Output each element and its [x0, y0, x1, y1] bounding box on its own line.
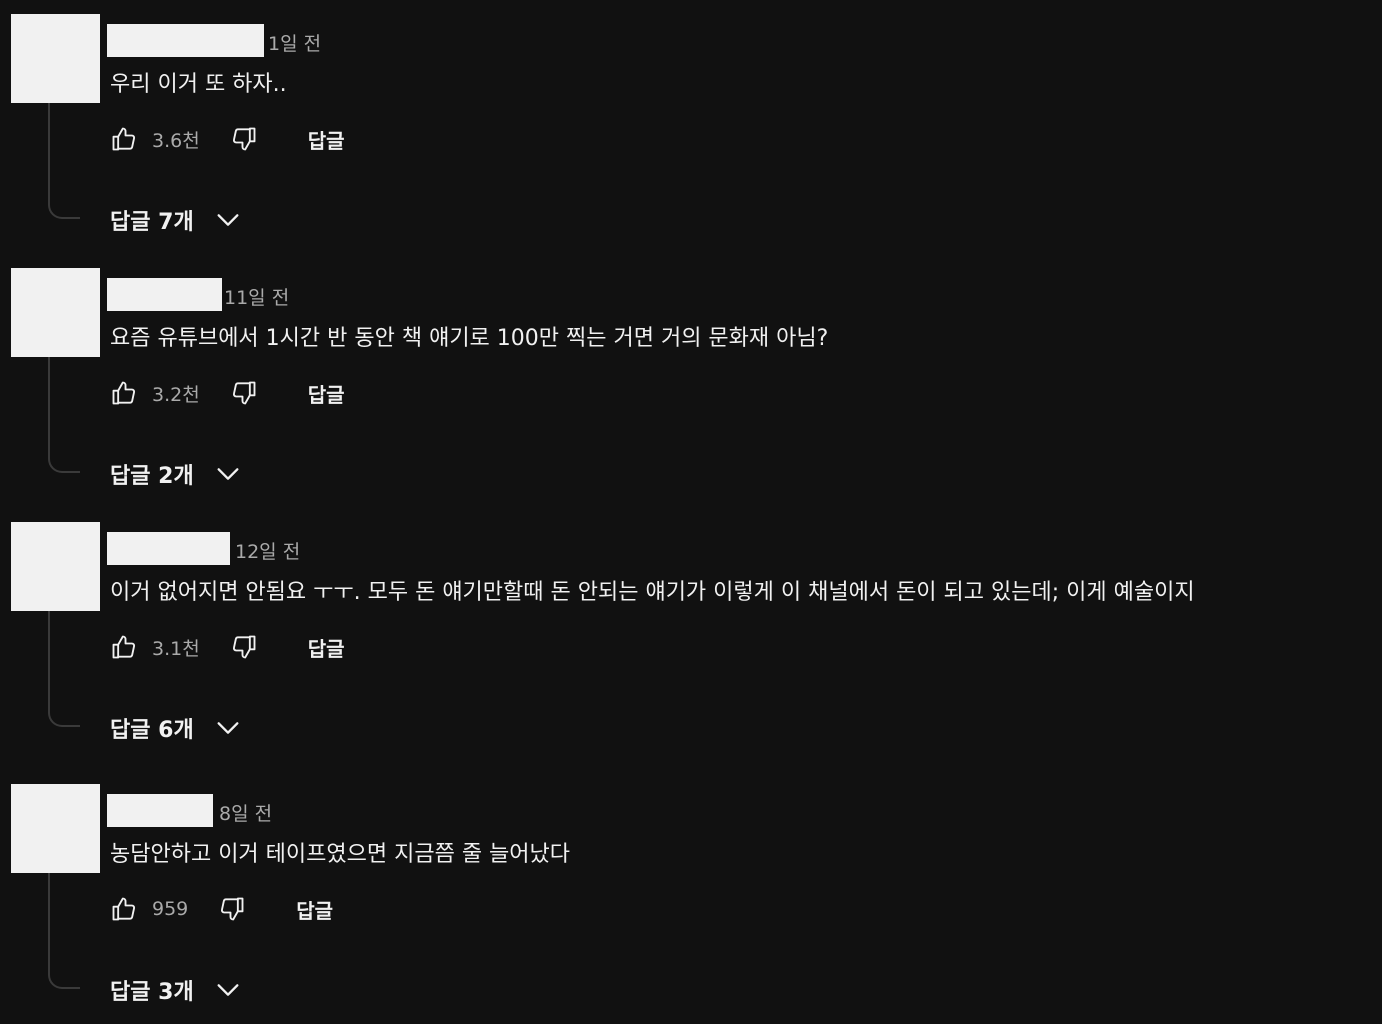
- avatar[interactable]: [11, 522, 100, 611]
- comment-actions: 3.1천 답글: [110, 630, 345, 664]
- comment-text: 농담안하고 이거 테이프였으면 지금쯤 줄 늘어났다: [110, 842, 571, 867]
- replies-count-label: 답글 7개: [110, 210, 194, 235]
- like-count: 3.2천: [152, 383, 200, 406]
- comment-actions: 3.6천 답글: [110, 122, 345, 156]
- view-replies-button[interactable]: 답글 7개: [110, 202, 242, 238]
- thumbs-up-icon: [112, 127, 136, 151]
- thumbs-down-icon: [221, 897, 244, 921]
- like-count: 959: [152, 898, 189, 920]
- dislike-button[interactable]: [230, 633, 258, 661]
- comment-timestamp[interactable]: 11일 전: [224, 286, 289, 310]
- comment-thread: 1일 전 우리 이거 또 하자.. 3.6천 답글 답글 7개: [0, 0, 1382, 254]
- author-name-redacted[interactable]: [107, 532, 230, 565]
- author-name-redacted[interactable]: [107, 278, 222, 311]
- view-replies-button[interactable]: 답글 6개: [110, 710, 242, 746]
- comment-actions: 3.2천 답글: [110, 376, 345, 410]
- thumbs-up-icon: [112, 635, 136, 659]
- comment-text: 요즘 유튜브에서 1시간 반 동안 책 얘기로 100만 찍는 거면 거의 문화…: [110, 326, 829, 351]
- thread-connector: [48, 103, 80, 219]
- reply-button[interactable]: 답글: [308, 633, 345, 662]
- thread-connector: [48, 611, 80, 727]
- reply-button[interactable]: 답글: [308, 125, 345, 154]
- author-name-redacted[interactable]: [107, 24, 264, 57]
- comment-thread: 8일 전 농담안하고 이거 테이프였으면 지금쯤 줄 늘어났다 959 답글 답…: [0, 770, 1382, 1024]
- like-count: 3.6천: [152, 129, 200, 152]
- thumbs-up-icon: [112, 381, 136, 405]
- comment-thread: 12일 전 이거 없어지면 안됨요 ㅜㅜ. 모두 돈 얘기만할때 돈 안되는 얘…: [0, 508, 1382, 762]
- comment-actions: 959 답글: [110, 892, 333, 926]
- view-replies-button[interactable]: 답글 3개: [110, 972, 242, 1008]
- replies-count-label: 답글 6개: [110, 718, 194, 743]
- like-count: 3.1천: [152, 637, 200, 660]
- chevron-down-icon: [214, 206, 242, 234]
- chevron-down-icon: [214, 460, 242, 488]
- like-button[interactable]: [110, 125, 138, 153]
- thumbs-down-icon: [232, 635, 256, 659]
- like-button[interactable]: [110, 633, 138, 661]
- thread-connector: [48, 357, 80, 473]
- like-button[interactable]: [110, 895, 138, 923]
- comment-timestamp[interactable]: 8일 전: [219, 802, 272, 826]
- replies-count-label: 답글 2개: [110, 464, 194, 489]
- dislike-button[interactable]: [230, 125, 258, 153]
- view-replies-button[interactable]: 답글 2개: [110, 456, 242, 492]
- like-button[interactable]: [110, 379, 138, 407]
- replies-count-label: 답글 3개: [110, 980, 194, 1005]
- thumbs-down-icon: [232, 127, 256, 151]
- comment-text: 우리 이거 또 하자..: [110, 72, 287, 97]
- reply-button[interactable]: 답글: [296, 895, 333, 924]
- comment-timestamp[interactable]: 12일 전: [235, 540, 300, 564]
- dislike-button[interactable]: [230, 379, 258, 407]
- thumbs-up-icon: [112, 897, 136, 921]
- avatar[interactable]: [11, 784, 100, 873]
- thread-connector: [48, 873, 80, 989]
- author-name-redacted[interactable]: [107, 794, 213, 827]
- dislike-button[interactable]: [218, 895, 246, 923]
- comment-timestamp[interactable]: 1일 전: [268, 32, 321, 56]
- comment-text: 이거 없어지면 안됨요 ㅜㅜ. 모두 돈 얘기만할때 돈 안되는 얘기가 이렇게…: [110, 580, 1195, 605]
- reply-button[interactable]: 답글: [308, 379, 345, 408]
- chevron-down-icon: [214, 976, 242, 1004]
- comment-thread: 11일 전 요즘 유튜브에서 1시간 반 동안 책 얘기로 100만 찍는 거면…: [0, 254, 1382, 508]
- chevron-down-icon: [214, 714, 242, 742]
- thumbs-down-icon: [232, 381, 256, 405]
- avatar[interactable]: [11, 268, 100, 357]
- avatar[interactable]: [11, 14, 100, 103]
